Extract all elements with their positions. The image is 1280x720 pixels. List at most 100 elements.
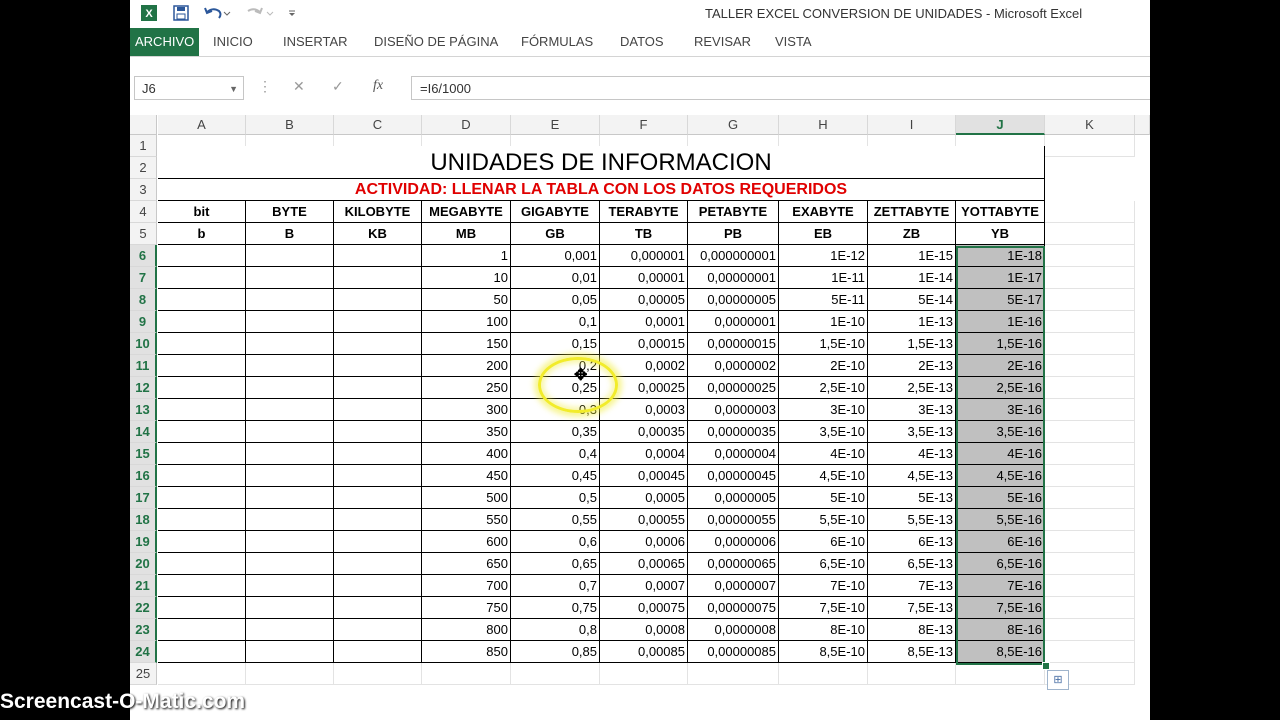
cell-a12[interactable]: [158, 377, 246, 399]
cell-b25[interactable]: [246, 663, 334, 685]
cell-b21[interactable]: [246, 575, 334, 597]
row-header-9[interactable]: 9: [130, 311, 157, 333]
cell-c11[interactable]: [334, 355, 422, 377]
cell-g17[interactable]: 0,0000005: [688, 487, 779, 509]
cell-b18[interactable]: [246, 509, 334, 531]
cell-k12[interactable]: [1045, 377, 1135, 399]
row-header-22[interactable]: 22: [130, 597, 157, 619]
cell-i18[interactable]: 5,5E-13: [868, 509, 956, 531]
cell-c24[interactable]: [334, 641, 422, 663]
cell-d17[interactable]: 500: [422, 487, 511, 509]
cell-d22[interactable]: 750: [422, 597, 511, 619]
cell-e25[interactable]: [511, 663, 600, 685]
cell-j9[interactable]: 1E-16: [956, 311, 1045, 333]
tab-diseno-de-pagina[interactable]: DISEÑO DE PÁGINA: [374, 28, 498, 56]
cell-h21[interactable]: 7E-10: [779, 575, 868, 597]
quick-analysis-icon[interactable]: ⊞: [1047, 670, 1069, 690]
cell-k7[interactable]: [1045, 267, 1135, 289]
sheet-title[interactable]: UNIDADES DE INFORMACION: [158, 146, 1045, 179]
cell-g10[interactable]: 0,00000015: [688, 333, 779, 355]
cell-i21[interactable]: 7E-13: [868, 575, 956, 597]
undo-icon[interactable]: [202, 3, 232, 23]
cell-j17[interactable]: 5E-16: [956, 487, 1045, 509]
cell-b20[interactable]: [246, 553, 334, 575]
tab-insertar[interactable]: INSERTAR: [283, 28, 348, 56]
cell-d24[interactable]: 850: [422, 641, 511, 663]
cell-d20[interactable]: 650: [422, 553, 511, 575]
column-header-c[interactable]: C: [334, 115, 422, 135]
cell-j12[interactable]: 2,5E-16: [956, 377, 1045, 399]
cell-a9[interactable]: [158, 311, 246, 333]
cell-g14[interactable]: 0,00000035: [688, 421, 779, 443]
cell-j18[interactable]: 5,5E-16: [956, 509, 1045, 531]
cell-a13[interactable]: [158, 399, 246, 421]
cell-b22[interactable]: [246, 597, 334, 619]
cell-g7[interactable]: 0,00000001: [688, 267, 779, 289]
cell-d25[interactable]: [422, 663, 511, 685]
cell-e18[interactable]: 0,55: [511, 509, 600, 531]
cell-g5[interactable]: PB: [688, 223, 779, 245]
cancel-icon[interactable]: ✕: [293, 78, 305, 95]
column-header-g[interactable]: G: [688, 115, 779, 135]
row-header-11[interactable]: 11: [130, 355, 157, 377]
cell-g13[interactable]: 0,0000003: [688, 399, 779, 421]
row-header-15[interactable]: 15: [130, 443, 157, 465]
cell-d9[interactable]: 100: [422, 311, 511, 333]
cell-d15[interactable]: 400: [422, 443, 511, 465]
name-box[interactable]: J6 ▼: [134, 76, 244, 100]
cell-i15[interactable]: 4E-13: [868, 443, 956, 465]
cell-e21[interactable]: 0,7: [511, 575, 600, 597]
cell-c9[interactable]: [334, 311, 422, 333]
cell-f15[interactable]: 0,0004: [600, 443, 688, 465]
cell-k14[interactable]: [1045, 421, 1135, 443]
cell-a4[interactable]: bit: [158, 201, 246, 223]
cell-k8[interactable]: [1045, 289, 1135, 311]
cell-g16[interactable]: 0,00000045: [688, 465, 779, 487]
sheet-subtitle[interactable]: ACTIVIDAD: LLENAR LA TABLA CON LOS DATOS…: [158, 179, 1045, 201]
tab-revisar[interactable]: REVISAR: [694, 28, 751, 56]
cell-c17[interactable]: [334, 487, 422, 509]
cell-c19[interactable]: [334, 531, 422, 553]
tab-archivo[interactable]: ARCHIVO: [130, 28, 200, 56]
cell-a25[interactable]: [158, 663, 246, 685]
cell-d13[interactable]: 300: [422, 399, 511, 421]
row-header-1[interactable]: 1: [130, 135, 157, 157]
cell-b7[interactable]: [246, 267, 334, 289]
cell-h19[interactable]: 6E-10: [779, 531, 868, 553]
cell-b6[interactable]: [246, 245, 334, 267]
cell-f18[interactable]: 0,00055: [600, 509, 688, 531]
cell-a22[interactable]: [158, 597, 246, 619]
formula-input[interactable]: =I6/1000: [411, 76, 1150, 100]
cell-j7[interactable]: 1E-17: [956, 267, 1045, 289]
cell-k1[interactable]: [1045, 135, 1135, 157]
cell-h11[interactable]: 2E-10: [779, 355, 868, 377]
column-header-e[interactable]: E: [511, 115, 600, 135]
cell-c13[interactable]: [334, 399, 422, 421]
row-header-8[interactable]: 8: [130, 289, 157, 311]
cell-b11[interactable]: [246, 355, 334, 377]
cell-f9[interactable]: 0,0001: [600, 311, 688, 333]
cell-g8[interactable]: 0,00000005: [688, 289, 779, 311]
cell-g23[interactable]: 0,0000008: [688, 619, 779, 641]
cell-j4[interactable]: YOTTABYTE: [956, 201, 1045, 223]
cell-i7[interactable]: 1E-14: [868, 267, 956, 289]
cell-i11[interactable]: 2E-13: [868, 355, 956, 377]
cell-f19[interactable]: 0,0006: [600, 531, 688, 553]
cell-a24[interactable]: [158, 641, 246, 663]
cell-g11[interactable]: 0,0000002: [688, 355, 779, 377]
cell-i17[interactable]: 5E-13: [868, 487, 956, 509]
cell-g22[interactable]: 0,00000075: [688, 597, 779, 619]
row-header-18[interactable]: 18: [130, 509, 157, 531]
cell-j6[interactable]: 1E-18: [956, 245, 1045, 267]
cell-b24[interactable]: [246, 641, 334, 663]
cell-d6[interactable]: 1: [422, 245, 511, 267]
cell-g9[interactable]: 0,0000001: [688, 311, 779, 333]
row-header-16[interactable]: 16: [130, 465, 157, 487]
row-header-12[interactable]: 12: [130, 377, 157, 399]
row-header-13[interactable]: 13: [130, 399, 157, 421]
cell-d18[interactable]: 550: [422, 509, 511, 531]
cell-e16[interactable]: 0,45: [511, 465, 600, 487]
cell-h23[interactable]: 8E-10: [779, 619, 868, 641]
cell-e17[interactable]: 0,5: [511, 487, 600, 509]
cell-j10[interactable]: 1,5E-16: [956, 333, 1045, 355]
